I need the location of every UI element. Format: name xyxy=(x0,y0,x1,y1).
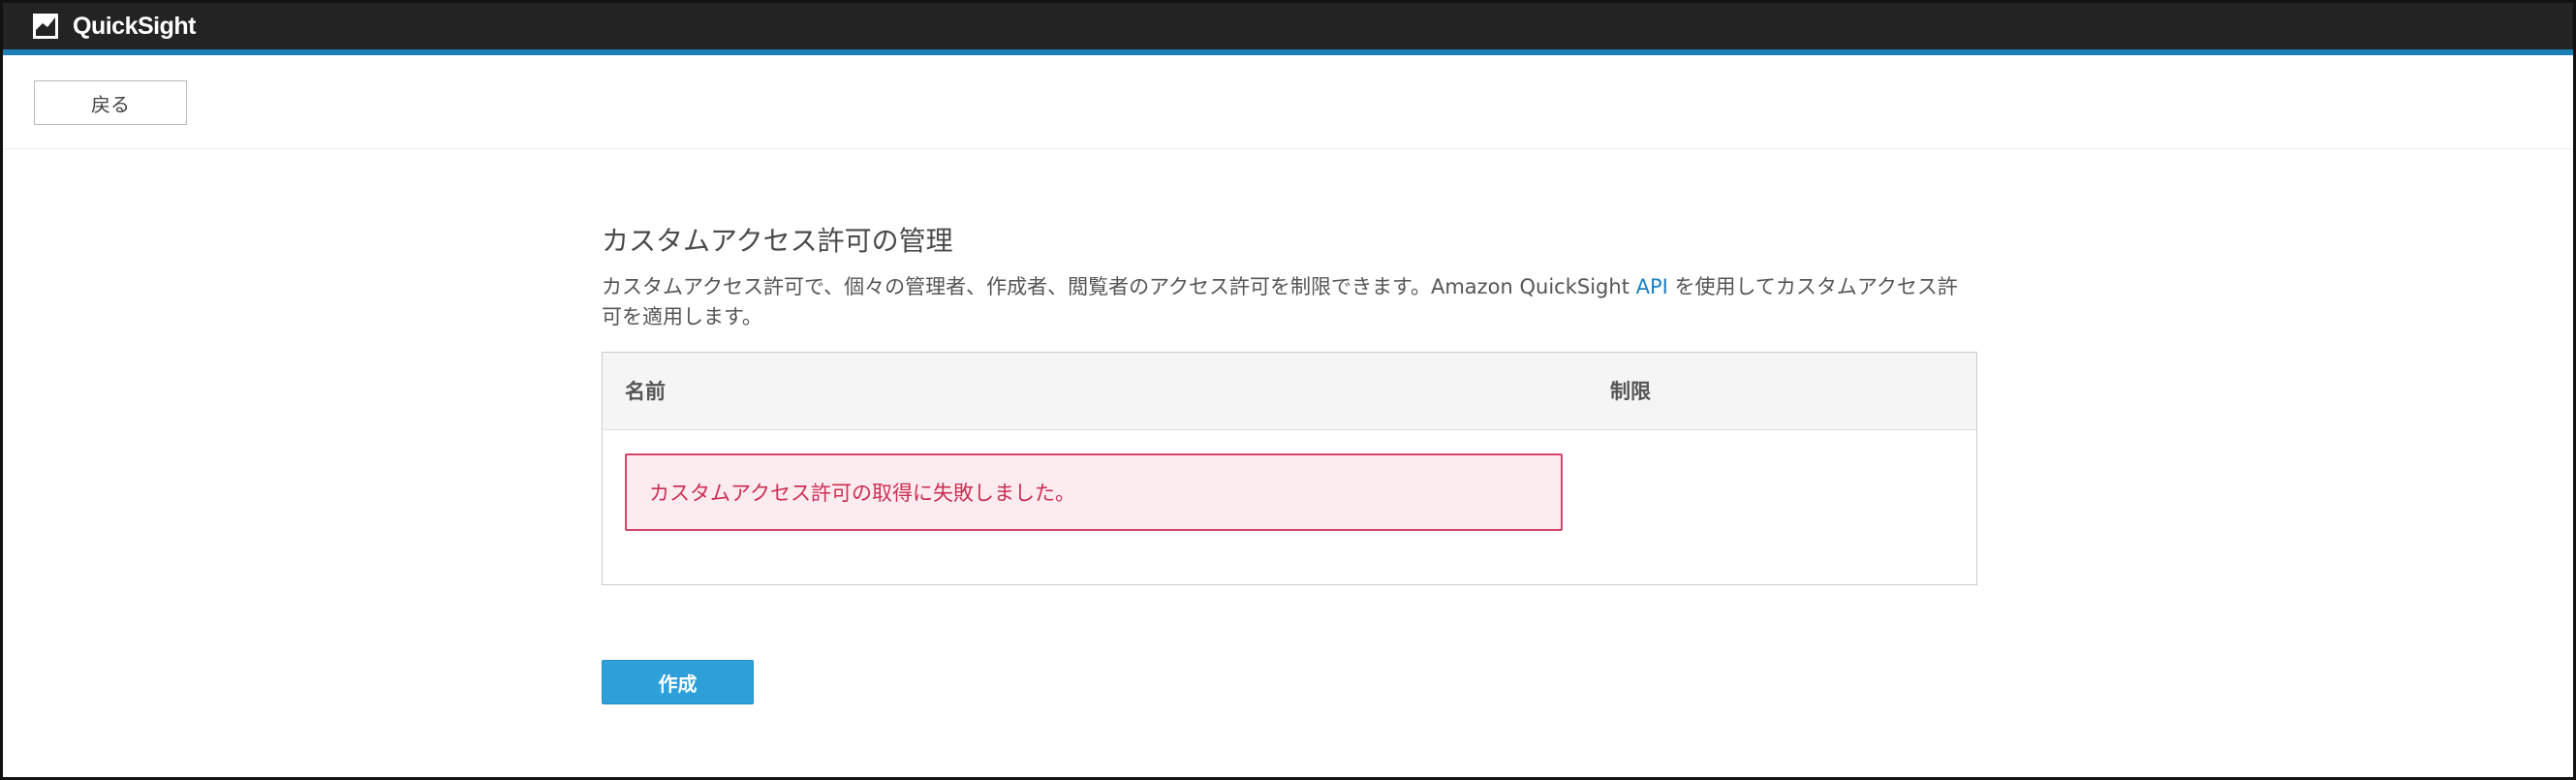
column-header-restrictions: 制限 xyxy=(1610,380,1651,403)
create-button[interactable]: 作成 xyxy=(602,660,754,704)
api-link[interactable]: API xyxy=(1636,275,1668,298)
app-window: QuickSight 戻る カスタムアクセス許可の管理 カスタムアクセス許可で、… xyxy=(0,0,2576,780)
column-header-name: 名前 xyxy=(625,380,666,403)
error-alert: カスタムアクセス許可の取得に失敗しました。 xyxy=(625,453,1563,531)
back-button[interactable]: 戻る xyxy=(34,80,187,125)
app-title[interactable]: QuickSight xyxy=(73,13,196,41)
top-nav-bar: QuickSight xyxy=(3,3,2573,55)
table-header: 名前 制限 xyxy=(603,353,1976,430)
quicksight-logo-icon[interactable] xyxy=(32,13,59,40)
error-message: カスタムアクセス許可の取得に失敗しました。 xyxy=(649,482,1075,505)
main-content: カスタムアクセス許可の管理 カスタムアクセス許可で、個々の管理者、作成者、閲覧者… xyxy=(602,222,1977,704)
description-text: カスタムアクセス許可で、個々の管理者、作成者、閲覧者のアクセス許可を制限できます… xyxy=(602,275,1636,298)
permissions-table: 名前 制限 カスタムアクセス許可の取得に失敗しました。 xyxy=(602,352,1977,585)
page-title: カスタムアクセス許可の管理 xyxy=(602,225,953,257)
page-description: カスタムアクセス許可で、個々の管理者、作成者、閲覧者のアクセス許可を制限できます… xyxy=(602,272,1977,332)
toolbar: 戻る xyxy=(3,55,2573,149)
